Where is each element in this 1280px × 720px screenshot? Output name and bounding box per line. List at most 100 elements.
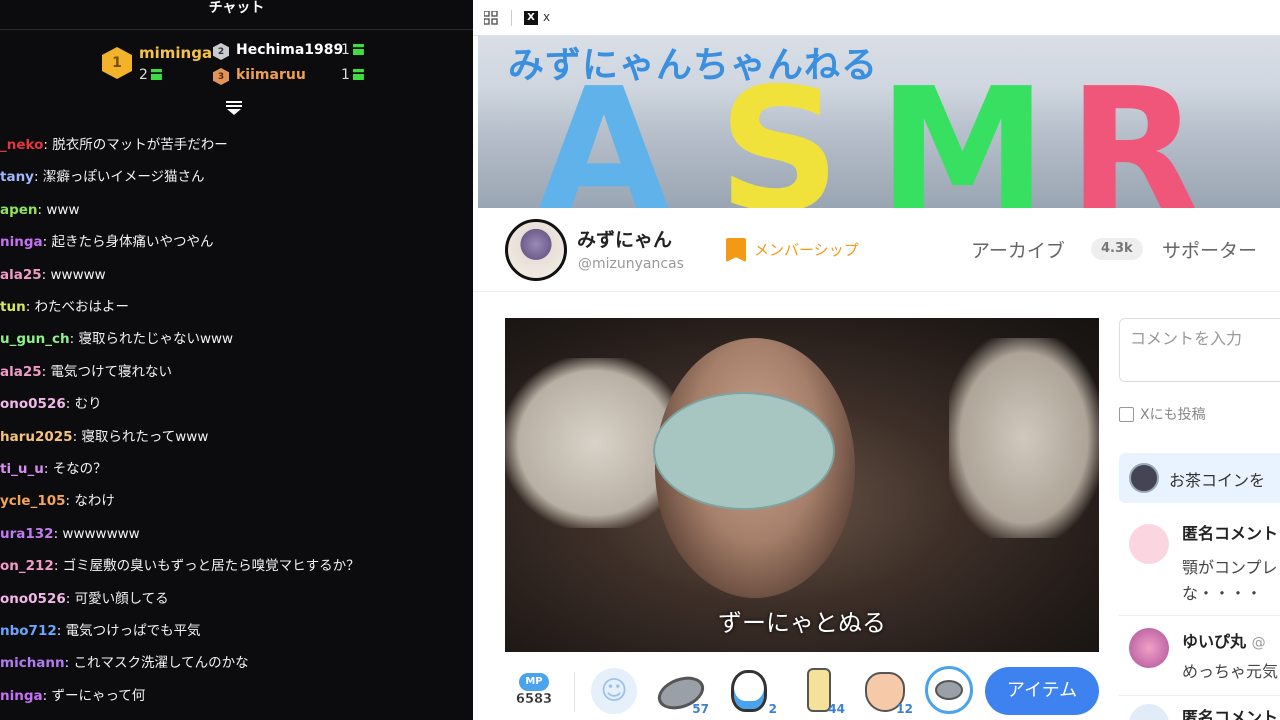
archive-count-badge: 4.3k <box>1091 238 1143 260</box>
item-coin-stone[interactable]: 57 <box>653 666 709 716</box>
chat-message: tun: わたべおはよー <box>0 297 129 317</box>
tab-archive[interactable]: アーカイブ <box>971 236 1065 263</box>
chat-text: 脱衣所のマットが苦手だわー <box>52 137 228 153</box>
penguin-icon <box>731 670 767 712</box>
avatar[interactable] <box>505 219 567 281</box>
coin-icon <box>352 69 364 80</box>
chat-username[interactable]: haru2025 <box>0 429 73 445</box>
item-smile[interactable]: ☺ <box>589 666 639 716</box>
item-penguin[interactable]: 2 <box>725 666 777 716</box>
chat-text: 寝取られたじゃないwww <box>78 331 234 348</box>
comment-text: な・・・・ <box>1182 584 1263 603</box>
chat-text: wwwww <box>50 266 106 283</box>
chat-username[interactable]: ono0526 <box>0 591 66 607</box>
browser-tab-bar: X x <box>473 0 1280 36</box>
item-drink[interactable]: 44 <box>793 666 845 716</box>
gift-ranking: 1 miminga 2 2 Hechima1989 1 3 kiimaruu 1 <box>0 30 473 106</box>
chat-message: ninga: 起きたら身体痛いやつやん <box>0 232 213 252</box>
mp-badge: MP <box>519 673 549 691</box>
x-share-toggle[interactable]: Xにも投稿 <box>1119 404 1206 424</box>
comment-author: 匿名コメント <box>1182 524 1279 543</box>
gold-medal-icon: 1 <box>102 47 132 79</box>
chat-message: ycle_105: なわけ <box>0 491 115 511</box>
item-coin-ring[interactable] <box>925 666 975 716</box>
chat-text: ゴミ屋敷の臭いもずっと居たら嗅覚マヒするか？ <box>62 558 360 575</box>
x-logo-icon[interactable]: X <box>524 11 538 25</box>
comment-author: ゆいぴ丸 @ <box>1182 632 1266 651</box>
chat-message: haru2025: 寝取られたってwww <box>0 427 208 447</box>
grid-icon[interactable] <box>484 11 498 25</box>
chat-username[interactable]: tany <box>0 169 34 185</box>
mp-value: 6583 <box>515 692 553 707</box>
chat-text: 電気つけて寝れない <box>50 363 172 380</box>
x-share-label: Xにも投稿 <box>1140 407 1206 423</box>
mp-balance[interactable]: MP 6583 <box>515 673 553 707</box>
chat-message: ono0526: 可愛い顔してる <box>0 589 169 609</box>
tea-coin-banner[interactable]: お茶コインを <box>1119 453 1280 503</box>
tea-coin-text: お茶コインを <box>1169 471 1266 490</box>
item-button[interactable]: アイテム <box>985 667 1099 715</box>
bronze-medal-icon: 3 <box>213 68 229 85</box>
video-pillow <box>949 338 1099 538</box>
chat-colon: : <box>65 590 75 607</box>
chat-text: www <box>46 201 80 218</box>
chat-message: ono0526: むり <box>0 394 102 414</box>
chat-username[interactable]: nbo712 <box>0 623 57 639</box>
chat-username[interactable]: ti_u_u <box>0 461 44 477</box>
chat-title: チャット <box>208 0 265 16</box>
item-count: 12 <box>896 702 913 716</box>
chat-colon: : <box>65 396 75 413</box>
membership-link[interactable]: メンバーシップ <box>754 239 859 260</box>
chat-username[interactable]: ono0526 <box>0 396 66 412</box>
chat-text: なわけ <box>74 493 115 510</box>
chevron-lines-down-icon[interactable] <box>226 101 242 115</box>
ranking-user-1[interactable]: miminga <box>139 44 212 62</box>
chat-text: 寝取られたってwww <box>81 428 209 445</box>
chat-message: ala25: wwwww <box>0 265 106 285</box>
chat-colon: : <box>53 558 63 575</box>
coin-inner <box>935 680 963 700</box>
video-caption: ずーにゃとぬる <box>718 609 886 637</box>
item-toolbar: MP 6583 ☺ 57 2 44 12 アイテム <box>473 660 1280 720</box>
chat-text: これマスク洗濯してんのかな <box>73 655 249 672</box>
item-clap[interactable]: 12 <box>861 666 913 716</box>
chat-message: michann: これマスク洗濯してんのかな <box>0 653 249 673</box>
chat-message: apen: www <box>0 200 80 220</box>
tab-supporter[interactable]: サポーター <box>1162 236 1257 263</box>
video-player[interactable]: ずーにゃとぬる <box>505 318 1099 652</box>
chat-username[interactable]: tun <box>0 299 26 315</box>
chat-username[interactable]: ycle_105 <box>0 493 66 509</box>
chat-text: 可愛い顔してる <box>74 590 169 607</box>
chat-username[interactable]: ninga <box>0 688 43 704</box>
chat-colon: : <box>33 169 43 186</box>
chat-username[interactable]: ala25 <box>0 364 42 380</box>
chat-username[interactable]: u_gun_ch <box>0 331 70 347</box>
divider <box>574 672 575 712</box>
chat-username[interactable]: on_212 <box>0 558 54 574</box>
chat-message: ala25: 電気つけて寝れない <box>0 362 172 382</box>
ranking-user-3[interactable]: kiimaruu <box>236 67 306 83</box>
item-count: 57 <box>692 702 709 716</box>
coin-icon <box>352 44 364 55</box>
silver-medal-icon: 2 <box>213 43 229 60</box>
chat-text: ずーにゃって何 <box>51 687 146 704</box>
chat-username[interactable]: michann <box>0 655 65 671</box>
chat-text: wwwwwww <box>62 525 140 542</box>
chat-username[interactable]: _neko <box>0 137 43 153</box>
comment-input[interactable]: コメントを入力 <box>1119 318 1280 382</box>
banner-title: みずにゃんちゃんねる <box>508 45 879 86</box>
chat-username[interactable]: ura132 <box>0 526 54 542</box>
chat-username[interactable]: apen <box>0 202 38 218</box>
crown-icon[interactable] <box>726 238 746 262</box>
banner-letter-r: R <box>1068 52 1199 208</box>
comment-text: 顎がコンプレ <box>1182 558 1278 577</box>
divider <box>511 10 512 26</box>
chat-message: nbo712: 電気つけっぱでも平気 <box>0 621 201 641</box>
chat-colon: : <box>25 299 35 315</box>
checkbox[interactable] <box>1119 406 1134 422</box>
ranking-user-2[interactable]: Hechima1989 <box>236 42 343 58</box>
profile-bar: みずにゃん @mizunyancas メンバーシップ アーカイブ 4.3k サポ… <box>473 208 1280 292</box>
chat-username[interactable]: ala25 <box>0 267 42 283</box>
browser-tab-label[interactable]: x <box>543 10 550 24</box>
chat-username[interactable]: ninga <box>0 234 43 250</box>
